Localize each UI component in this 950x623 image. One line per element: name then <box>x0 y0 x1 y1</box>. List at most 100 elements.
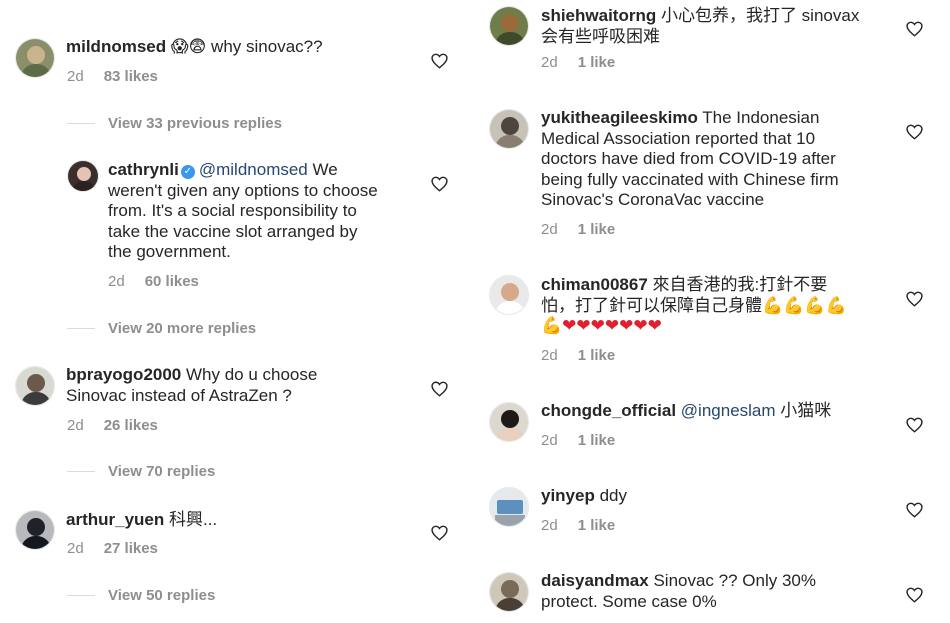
view-previous-replies-link[interactable]: View 33 previous replies <box>108 115 282 132</box>
flexed-biceps-icon: 💪💪💪💪 <box>762 295 847 316</box>
comment-likes-count[interactable]: 1 like <box>578 517 616 534</box>
heart-icon[interactable] <box>431 381 448 397</box>
comment-body-line: weren't given any options to choose <box>108 180 378 200</box>
comment-text: shiehwaitorng 小心包养，我打了 sinovax 会有些呼吸困难 <box>541 6 911 47</box>
comment-body-line: doctors have died from COVID-19 after <box>541 149 836 168</box>
comment-timestamp[interactable]: 2d <box>108 273 125 290</box>
comment-timestamp[interactable]: 2d <box>67 540 84 557</box>
comment-text: arthur_yuen 科興... <box>66 510 436 531</box>
comment-username[interactable]: chiman00867 <box>541 275 648 294</box>
comment-meta: 2d 1 like <box>541 54 615 71</box>
comment-body: The Indonesian <box>697 108 820 127</box>
comment-body-line: from. It's a social responsibility to <box>108 201 357 220</box>
view-replies-link[interactable]: View 70 replies <box>108 463 215 480</box>
avatar[interactable] <box>15 366 55 406</box>
comment-body: 科興... <box>164 510 218 529</box>
heart-icon[interactable] <box>906 124 923 140</box>
comment-body: 小猫咪 <box>775 401 832 420</box>
avatar[interactable] <box>489 572 529 612</box>
comment-timestamp[interactable]: 2d <box>67 417 84 434</box>
avatar[interactable] <box>489 6 529 46</box>
comment-likes-count[interactable]: 1 like <box>578 221 616 238</box>
heart-icon[interactable] <box>906 21 923 37</box>
comment-meta: 2d 1 like <box>541 517 615 534</box>
comment-text: mildnomsed 😱😨 why sinovac?? <box>66 37 436 58</box>
comment-mention[interactable]: @ingneslam <box>676 401 776 420</box>
comment-likes-count[interactable]: 1 like <box>578 347 616 364</box>
comment-body: 小心包养，我打了 sinovax <box>656 6 860 25</box>
comment-username[interactable]: mildnomsed <box>66 37 166 56</box>
comment-timestamp[interactable]: 2d <box>541 347 558 364</box>
comment-text: yinyep ddy <box>541 486 921 507</box>
avatar[interactable] <box>67 160 99 192</box>
comment-body: Sinovac ?? Only 30% <box>648 571 816 590</box>
comment-body-line: Medical Association reported that 10 <box>541 128 816 148</box>
heart-icon[interactable] <box>906 291 923 307</box>
heart-icon[interactable] <box>906 502 923 518</box>
heart-icon[interactable] <box>431 176 448 192</box>
verified-badge-icon: ✓ <box>180 165 195 179</box>
comment-meta: 2d 83 likes <box>67 68 158 85</box>
comment-likes-count[interactable]: 1 like <box>578 432 616 449</box>
comment-text: chiman00867 來自香港的我:打針不要 怕，打了針可以保障自己身體💪💪💪… <box>541 275 921 337</box>
comment-body-line: protect. Some case 0% <box>541 591 717 611</box>
comment-likes-count[interactable]: 26 likes <box>104 417 158 434</box>
avatar[interactable] <box>489 402 529 442</box>
comment-meta: 2d 60 likes <box>108 273 199 290</box>
comment-body: We <box>307 160 338 179</box>
replies-divider <box>67 595 95 596</box>
avatar[interactable] <box>489 109 529 149</box>
comment-meta: 2d 26 likes <box>67 417 158 434</box>
comment-body-line: Sinovac's CoronaVac vaccine <box>541 190 765 209</box>
comments-column-right: shiehwaitorng 小心包养，我打了 sinovax 会有些呼吸困难 2… <box>470 0 950 623</box>
red-heart-icon: ❤❤❤❤❤❤❤ <box>562 316 662 336</box>
flexed-biceps-icon: 💪 <box>541 316 563 336</box>
avatar[interactable] <box>489 487 529 527</box>
comment-username[interactable]: shiehwaitorng <box>541 6 656 25</box>
comment-username[interactable]: arthur_yuen <box>66 510 164 529</box>
comment-likes-count[interactable]: 1 like <box>578 54 616 71</box>
comment-likes-count[interactable]: 83 likes <box>104 68 158 85</box>
comment-body-line: 怕，打了針可以保障自己身體 <box>541 295 762 315</box>
avatar[interactable] <box>15 38 55 78</box>
heart-icon[interactable] <box>431 53 448 69</box>
comment-body-line: the government. <box>108 242 231 261</box>
heart-icon[interactable] <box>431 525 448 541</box>
replies-divider <box>67 123 95 124</box>
comment-meta: 2d 1 like <box>541 432 615 449</box>
comment-timestamp[interactable]: 2d <box>541 221 558 238</box>
comment-likes-count[interactable]: 60 likes <box>145 273 199 290</box>
comment-timestamp[interactable]: 2d <box>541 54 558 71</box>
heart-icon[interactable] <box>906 587 923 603</box>
avatar[interactable] <box>489 275 529 315</box>
comment-text: chongde_official @ingneslam 小猫咪 <box>541 401 921 422</box>
comment-meta: 2d 1 like <box>541 221 615 238</box>
comment-username[interactable]: cathrynli <box>108 160 179 179</box>
comment-body: ddy <box>594 486 627 505</box>
comment-timestamp[interactable]: 2d <box>67 68 84 85</box>
avatar[interactable] <box>15 510 55 550</box>
comment-username[interactable]: yinyep <box>541 486 595 505</box>
comment-body: 來自香港的我:打針不要 <box>647 275 828 294</box>
comment-likes-count[interactable]: 27 likes <box>104 540 158 557</box>
comment-text: bprayogo2000 Why do u choose Sinovac ins… <box>66 365 436 406</box>
comment-timestamp[interactable]: 2d <box>541 517 558 534</box>
comment-meta: 2d 1 like <box>541 347 615 364</box>
comment-text: yukitheagileeskimo The Indonesian Medica… <box>541 108 921 211</box>
comment-body-line: Sinovac instead of AstraZen ? <box>66 385 292 405</box>
view-more-replies-link[interactable]: View 20 more replies <box>108 320 256 337</box>
comment-mention[interactable]: @mildnomsed <box>199 160 308 179</box>
comment-body-line: take the vaccine slot arranged by <box>108 221 358 241</box>
comments-column-left: mildnomsed 😱😨 why sinovac?? 2d 83 likes V… <box>0 0 460 623</box>
comment-username[interactable]: daisyandmax <box>541 571 649 590</box>
view-replies-link[interactable]: View 50 replies <box>108 587 215 604</box>
comment-body-line: 会有些呼吸困难 <box>541 26 660 46</box>
comment-timestamp[interactable]: 2d <box>541 432 558 449</box>
comment-body: why sinovac?? <box>211 37 323 56</box>
comment-username[interactable]: chongde_official <box>541 401 676 420</box>
comment-username[interactable]: yukitheagileeskimo <box>541 108 698 127</box>
comment-body: Why do u choose <box>181 365 318 384</box>
comment-username[interactable]: bprayogo2000 <box>66 365 181 384</box>
heart-icon[interactable] <box>906 417 923 433</box>
comment-text: cathrynli ✓ @mildnomsed We weren't given a… <box>108 160 428 263</box>
